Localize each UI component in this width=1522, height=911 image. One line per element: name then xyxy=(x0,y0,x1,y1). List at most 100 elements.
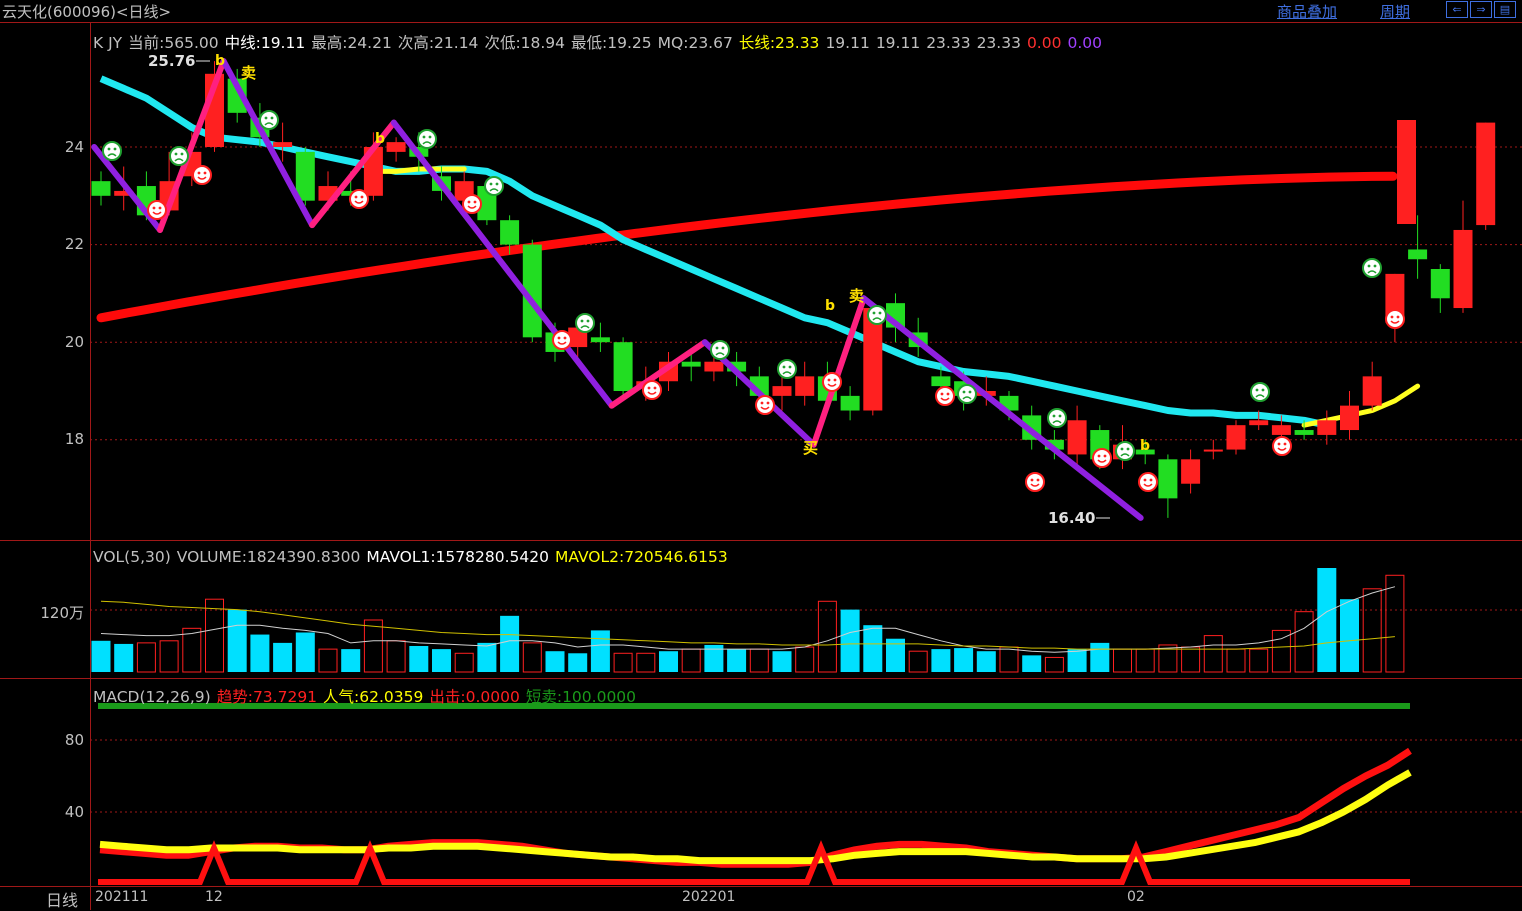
macd-ind-3: 出击:0.0000 xyxy=(429,688,520,706)
b-signal-label: b xyxy=(825,298,835,314)
zigzag-segment xyxy=(860,295,1144,521)
volume-bar xyxy=(341,649,361,672)
candle-body xyxy=(273,142,293,147)
candle-body xyxy=(1294,430,1314,435)
face-eye xyxy=(715,346,719,350)
face-eye xyxy=(264,116,268,120)
main-ind-2: 中线:19.11 xyxy=(224,34,306,52)
face-eye xyxy=(968,390,972,394)
face-eye xyxy=(782,365,786,369)
main-ind-3: 最高:24.21 xyxy=(311,34,392,52)
happy-face-icon xyxy=(192,165,212,185)
main-ind-1: 当前:565.00 xyxy=(128,34,219,52)
face-eye xyxy=(653,386,657,390)
face-eye xyxy=(1255,388,1259,392)
main-ylabel-22: 22 xyxy=(64,235,84,253)
main-ind-11: 23.33 xyxy=(926,34,971,52)
xlabel-02: 02 xyxy=(1127,889,1145,905)
volume-bar xyxy=(91,640,111,672)
face-eye xyxy=(360,195,364,199)
b-signal-label: b xyxy=(375,131,385,147)
face-eye xyxy=(158,206,162,210)
face-eye xyxy=(1030,478,1034,482)
frame-top-line xyxy=(0,22,1522,23)
face-eye xyxy=(872,311,876,315)
frame-volume-bottom-line xyxy=(0,678,1522,679)
happy-face-icon xyxy=(349,189,369,209)
volume-bar xyxy=(1044,656,1064,673)
main-ind-9: 19.11 xyxy=(825,34,870,52)
volume-bar xyxy=(1203,635,1223,673)
b-signal-label: b xyxy=(215,53,225,69)
vol-ind-3: MAVOL2:720546.6153 xyxy=(554,548,728,566)
main-ind-5: 次低:18.94 xyxy=(484,34,566,52)
volume-bar xyxy=(954,648,974,672)
candle-body xyxy=(1226,425,1246,450)
macd-ind-0: MACD(12,26,9) xyxy=(93,688,211,706)
candle-body xyxy=(1408,249,1428,260)
face-eye xyxy=(721,346,725,350)
candle-body xyxy=(681,361,701,367)
main-ylabel-24: 24 xyxy=(64,138,84,156)
volume-bar xyxy=(817,600,837,673)
volume-bar xyxy=(840,609,860,672)
volume-bar xyxy=(114,643,134,672)
sad-face-icon xyxy=(710,340,730,360)
volume-bar xyxy=(227,609,247,672)
candle-body xyxy=(386,142,406,152)
sad-face-icon xyxy=(1115,441,1135,461)
face-eye xyxy=(1097,454,1101,458)
sad-face-icon xyxy=(777,359,797,379)
frame-left-axis-line xyxy=(90,22,91,910)
vol-ind-1: VOLUME:1824390.8300 xyxy=(176,548,361,566)
volume-bar xyxy=(1067,649,1087,672)
volume-bar xyxy=(1181,646,1201,673)
candle-body xyxy=(931,376,951,387)
happy-face-icon xyxy=(1025,472,1045,492)
xlabel-12: 12 xyxy=(205,889,223,905)
candle-body xyxy=(613,342,633,391)
face-eye xyxy=(1277,442,1281,446)
volume-bar xyxy=(545,651,565,672)
main-ind-8: 长线:23.33 xyxy=(738,34,820,52)
face-eye xyxy=(1396,315,1400,319)
low-price-label: 16.40 xyxy=(1048,509,1095,527)
candle-body xyxy=(795,376,815,396)
volume-bar xyxy=(795,646,815,673)
macd-ind-1: 趋势:73.7291 xyxy=(216,688,318,706)
candle-body xyxy=(1158,459,1178,499)
volume-bar xyxy=(1249,648,1269,673)
macd-ind-2: 人气:62.0359 xyxy=(323,688,424,706)
main-ylabel-18: 18 xyxy=(64,430,84,448)
face-eye xyxy=(788,365,792,369)
face-eye xyxy=(1373,264,1377,268)
kline-chart[interactable]: b卖b买b卖b25.7616.40 xyxy=(0,0,1522,910)
popularity-line xyxy=(99,769,1412,865)
candle-body xyxy=(1271,425,1291,435)
candle-body xyxy=(1476,122,1496,226)
high-price-label: 25.76 xyxy=(148,52,195,70)
period-label: 日线 xyxy=(46,891,79,910)
face-eye xyxy=(1052,414,1056,418)
volume-bar xyxy=(273,642,293,672)
volume-bar xyxy=(432,649,451,672)
volume-bar xyxy=(613,652,633,673)
face-eye xyxy=(113,147,117,151)
main-ind-7: MQ:23.67 xyxy=(657,34,733,52)
face-eye xyxy=(1120,447,1124,451)
volume-bar xyxy=(568,653,588,672)
volume-bar xyxy=(931,649,951,672)
sad-face-icon xyxy=(484,176,504,196)
sad-face-icon xyxy=(575,313,595,333)
vol-ind-0: VOL(5,30) xyxy=(93,548,171,566)
volume-bar xyxy=(1317,568,1337,672)
face-eye xyxy=(1058,414,1062,418)
sell-signal-label: 卖 xyxy=(849,287,864,305)
volume-bar xyxy=(772,651,792,672)
face-eye xyxy=(422,135,426,139)
happy-face-icon xyxy=(755,395,775,415)
sad-face-icon xyxy=(867,305,887,325)
happy-face-icon xyxy=(642,380,662,400)
macd-ind-4: 短卖:100.0000 xyxy=(525,688,637,706)
volume-bar xyxy=(454,652,474,673)
